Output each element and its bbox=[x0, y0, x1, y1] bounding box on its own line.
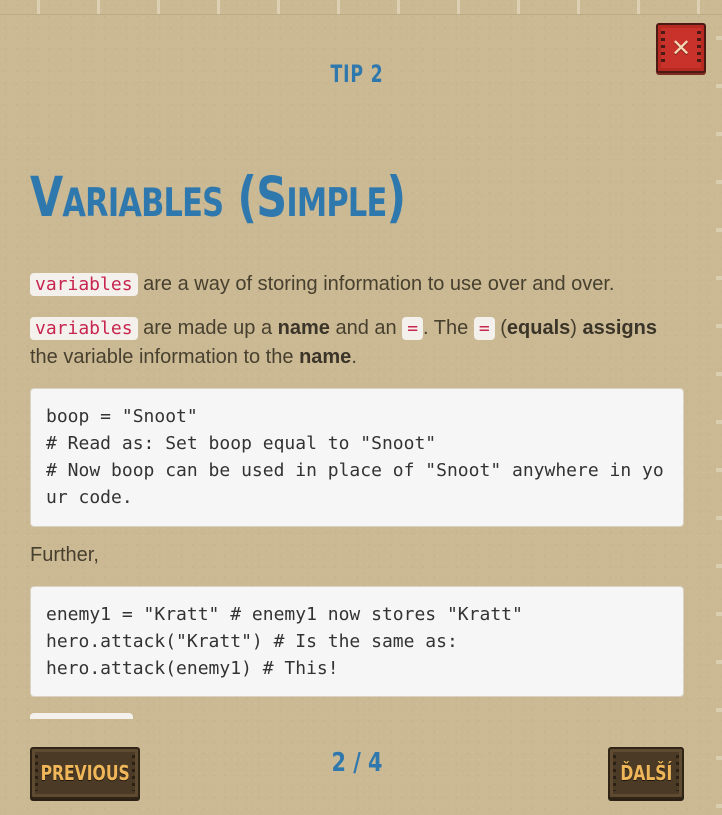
paragraph-text: . The bbox=[423, 317, 469, 339]
next-content-peek bbox=[30, 713, 133, 719]
next-button[interactable]: ĎALŠÍ bbox=[608, 747, 684, 799]
tip-label: TIP 2 bbox=[330, 60, 384, 88]
paragraph-text: are a way of storing information to use … bbox=[143, 273, 615, 295]
bold-name: name bbox=[299, 346, 352, 368]
close-icon: ✕ bbox=[670, 34, 692, 62]
bold-equals: equals bbox=[506, 317, 571, 339]
dialog-top-border bbox=[0, 0, 722, 15]
dialog-right-border bbox=[716, 14, 722, 814]
bold-name: name bbox=[277, 317, 330, 339]
paragraph-text: are made up a bbox=[143, 317, 273, 339]
bold-assigns: assigns bbox=[582, 317, 657, 339]
next-button-label: ĎALŠÍ bbox=[619, 761, 672, 785]
inline-code-variables: variables bbox=[30, 273, 138, 296]
paragraph-text: ) bbox=[570, 317, 577, 339]
inline-code-variables: variables bbox=[30, 317, 138, 340]
tip-dialog: ✕ TIP 2 Variables (Simple) variables are… bbox=[0, 0, 722, 815]
inline-code-equals: = bbox=[402, 317, 424, 340]
paragraph-further: Further, bbox=[30, 544, 99, 566]
page-indicator: 2 / 4 bbox=[331, 748, 383, 778]
paragraph-text: . bbox=[351, 346, 357, 368]
paragraph-text: ( bbox=[500, 317, 507, 339]
paragraph-text: and an bbox=[335, 317, 397, 339]
paragraph-text: the variable information to the bbox=[30, 346, 294, 368]
page-title: Variables (Simple) bbox=[30, 165, 406, 229]
inline-code-equals: = bbox=[473, 317, 495, 340]
paragraph-variables-definition: variables are made up a name and an =. T… bbox=[30, 314, 670, 372]
code-block-enemy: enemy1 = "Kratt" # enemy1 now stores "Kr… bbox=[30, 586, 684, 697]
close-button[interactable]: ✕ bbox=[656, 23, 706, 73]
paragraph-variables-intro: variables are a way of storing informati… bbox=[30, 270, 670, 299]
code-block-boop: boop = "Snoot" # Read as: Set boop equal… bbox=[30, 388, 684, 527]
